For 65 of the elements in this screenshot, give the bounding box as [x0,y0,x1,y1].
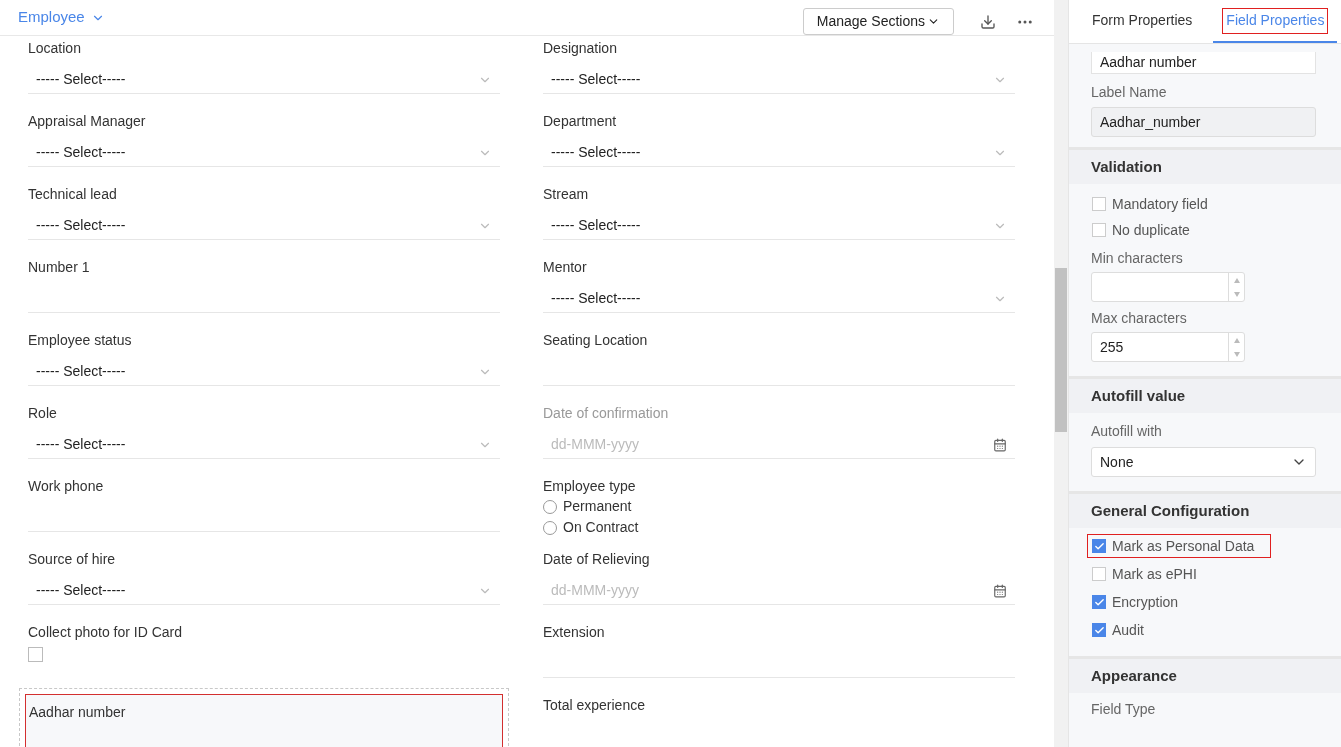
field-label: Work phone [28,477,105,496]
field-label: Department [543,112,618,131]
section-header: General Configuration [1069,494,1341,528]
field-label: Seating Location [543,331,649,350]
field-name-input[interactable]: Aadhar number [1091,52,1316,74]
select-field[interactable]: ----- Select----- [28,139,500,167]
select-field[interactable]: ----- Select----- [28,212,500,240]
check-icon [1093,540,1105,552]
properties-tab[interactable]: Form Properties [1079,0,1206,43]
number-field[interactable] [1091,272,1245,302]
select-field[interactable]: ----- Select----- [28,431,500,459]
field-label: Field Type [1091,700,1157,719]
field-label: Date of Relieving [543,550,651,569]
field-label: Number 1 [28,258,91,277]
selected-field[interactable]: Aadhar number [25,694,503,747]
scrollbar[interactable] [1054,0,1068,747]
field-label: Employee type [543,477,637,496]
radio-option[interactable]: On Contract [543,517,1015,538]
checkbox-option[interactable]: Mark as Personal Data [1087,534,1272,558]
select-field[interactable]: ----- Select----- [543,285,1015,313]
field-label: Extension [543,623,606,642]
field-label: Mentor [543,258,588,277]
field-label: Stream [543,185,590,204]
select-field[interactable]: ----- Select----- [543,139,1015,167]
form-selector[interactable]: Employee [18,6,105,29]
radio-option[interactable]: Permanent [543,496,1015,517]
field-label: Collect photo for ID Card [28,623,184,642]
calendar-icon [993,437,1007,452]
section-header: Validation [1069,150,1341,184]
checkbox-option[interactable]: No duplicate [1087,218,1207,242]
field-label: Date of confirmation [543,404,670,423]
field-label: Label Name [1091,83,1168,102]
field-label: Total experience [543,696,646,715]
number-field[interactable]: 255 [1091,332,1245,362]
manage-sections-button[interactable]: Manage Sections [802,8,954,35]
field-label: Max characters [1091,309,1188,328]
select-field[interactable]: ----- Select----- [28,358,500,386]
select-field[interactable]: ----- Select----- [543,212,1015,240]
checkbox[interactable] [28,647,43,662]
field-label: Location [28,39,82,58]
field-label: Technical lead [28,185,118,204]
field-label: Employee status [28,331,133,350]
section-header: Appearance [1069,659,1341,693]
download-icon[interactable] [980,13,996,30]
label-name-input[interactable]: Aadhar_number [1091,107,1316,137]
field-label: Appraisal Manager [28,112,147,131]
properties-tab[interactable]: Field Properties [1213,0,1338,43]
field-label: Aadhar number [29,704,126,720]
select-field[interactable]: None [1091,447,1316,477]
check-icon [1093,596,1105,608]
calendar-icon [993,583,1007,598]
field-label: Source of hire [28,550,117,569]
field-label: Role [28,404,58,423]
select-field[interactable]: ----- Select----- [28,577,500,605]
checkbox-option[interactable]: Mandatory field [1087,192,1225,216]
checkbox-option[interactable]: Mark as ePHI [1087,562,1214,586]
select-field[interactable]: ----- Select----- [543,66,1015,94]
field-label: Designation [543,39,618,58]
field-label: Autofill with [1091,422,1163,441]
checkbox-option[interactable]: Encryption [1087,590,1196,614]
field-label: Min characters [1091,249,1184,268]
checkbox-option[interactable]: Audit [1087,618,1161,642]
select-field[interactable]: ----- Select----- [28,66,500,94]
section-header: Autofill value [1069,379,1341,413]
check-icon [1093,624,1105,636]
